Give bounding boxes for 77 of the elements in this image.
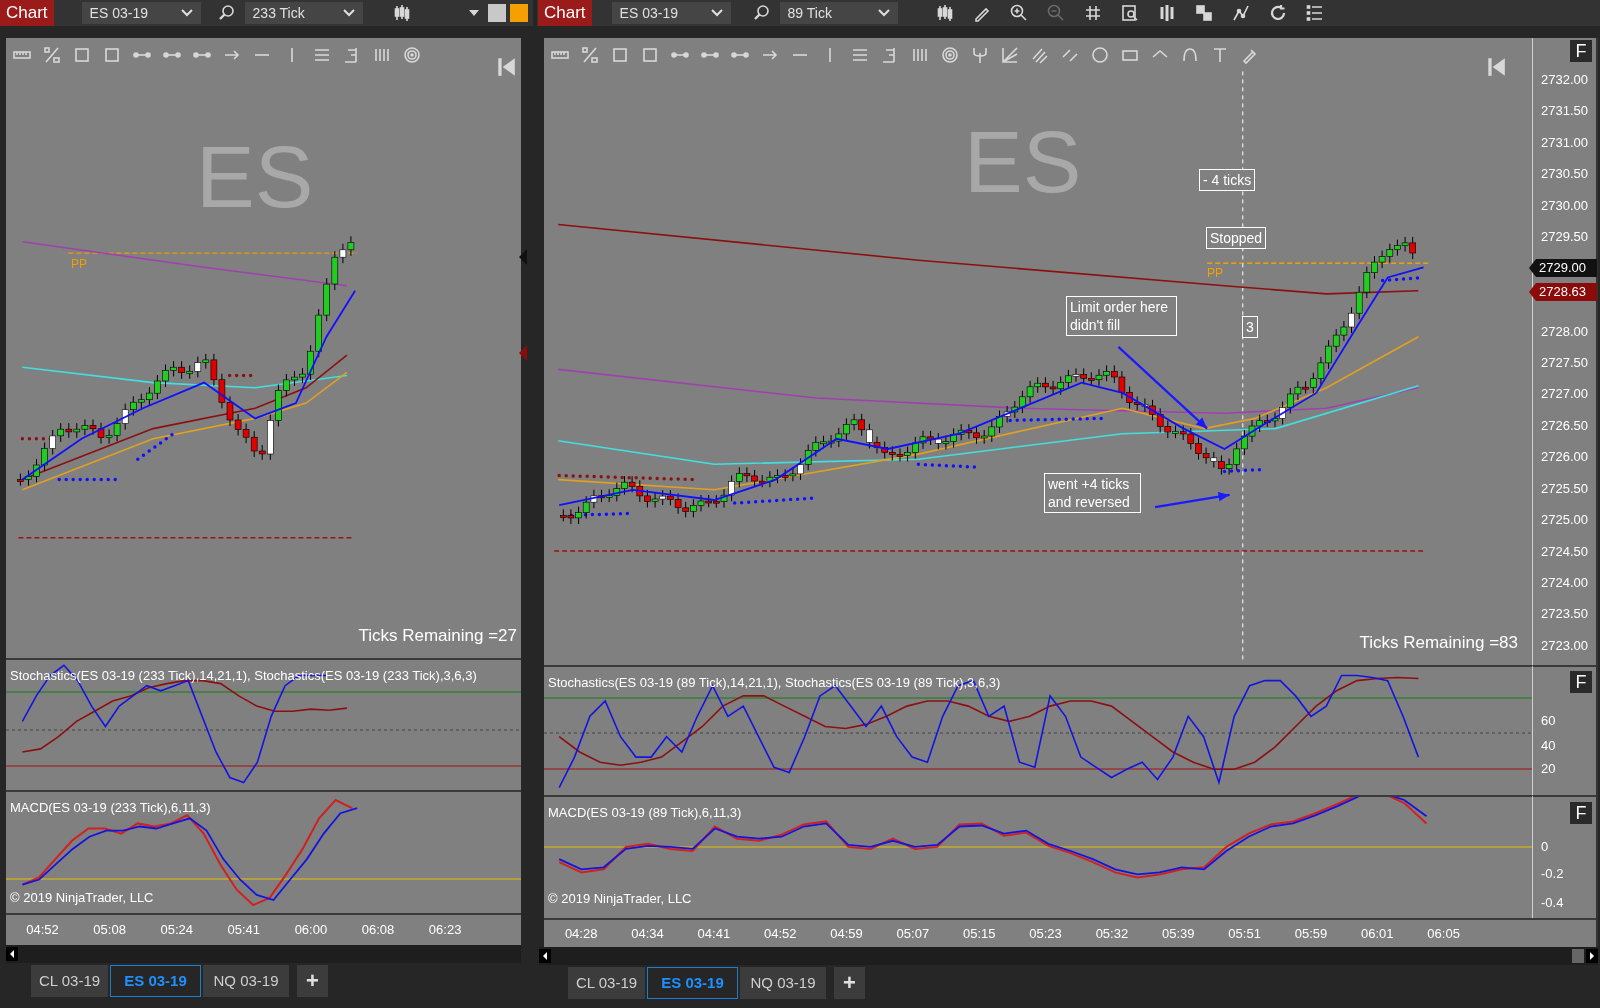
instrument-tab[interactable]: CL 03-19 <box>568 967 645 999</box>
time-label: 06:08 <box>360 921 396 940</box>
panel-button[interactable]: F <box>1570 802 1592 824</box>
chart-annotation: - 4 ticks <box>1199 169 1256 191</box>
axis-label: 20 <box>1541 761 1556 777</box>
time-label: 06:00 <box>293 921 329 940</box>
chart-annotation: went +4 ticks and reversed <box>1044 473 1141 513</box>
time-label: 04:34 <box>630 924 665 943</box>
instrument-dropdown[interactable]: ES 03-19 <box>611 2 731 24</box>
time-label: 04:52 <box>25 921 60 940</box>
axis-label: 2723.00 <box>1541 637 1588 654</box>
add-tab-button[interactable]: + <box>297 965 328 997</box>
axis-label: 2725.50 <box>1541 480 1588 497</box>
pivot-label: PP <box>71 256 87 273</box>
chart-annotation: Stopped <box>1206 227 1267 249</box>
axis-label: 0 <box>1541 839 1549 855</box>
axis-label: 2727.50 <box>1541 354 1588 371</box>
axis-label: 2725.00 <box>1541 512 1588 529</box>
time-label: 04:52 <box>762 924 798 943</box>
add-tab-button[interactable]: + <box>834 967 865 999</box>
pivot-label: PP <box>1207 265 1223 282</box>
chart-annotation: 3 <box>1242 316 1258 338</box>
interval-dropdown[interactable]: 233 Tick <box>244 2 363 24</box>
axis-label: 2731.00 <box>1541 134 1588 151</box>
indicator-label: MACD(ES 03-19 (89 Tick),6,11,3) <box>548 804 742 822</box>
time-label: 05:23 <box>1028 924 1063 943</box>
indicator-label: MACD(ES 03-19 (233 Tick),6,11,3) <box>10 799 211 817</box>
axis-label: 2728.00 <box>1541 323 1588 340</box>
time-label: 04:59 <box>829 924 864 943</box>
copyright-text: © 2019 NinjaTrader, LLC <box>548 889 692 908</box>
copyright-text: © 2019 NinjaTrader, LLC <box>10 888 154 907</box>
chart-button[interactable]: Chart <box>538 0 592 26</box>
axis-label: 2730.50 <box>1541 166 1588 183</box>
ticks-remaining-text: Ticks Remaining =83 <box>1359 631 1518 654</box>
time-label: 05:59 <box>1293 924 1329 943</box>
axis-label: 2724.50 <box>1541 543 1588 560</box>
chart-button[interactable]: Chart <box>0 0 54 26</box>
axis-label: 40 <box>1541 738 1556 754</box>
axis-label: 2724.00 <box>1541 575 1588 592</box>
time-label: 05:24 <box>159 921 194 940</box>
chart-annotation: Limit order here didn't fill <box>1066 296 1177 336</box>
time-label: 06:23 <box>427 921 463 940</box>
time-label: 05:51 <box>1227 924 1262 943</box>
axis-label: 2726.00 <box>1541 449 1588 466</box>
instrument-tab[interactable]: ES 03-19 <box>110 965 201 997</box>
axis-label: 2730.00 <box>1541 197 1588 214</box>
last-price-badge: 2729.00 <box>1529 259 1597 277</box>
indicator-label: Stochastics(ES 03-19 (89 Tick),14,21,1), Stochastics(ES 03-19 (89 Tick),3,6,3) <box>548 674 1001 692</box>
time-label: 04:41 <box>696 924 732 943</box>
panel-button[interactable]: F <box>1570 40 1592 62</box>
axis-label: 60 <box>1541 713 1556 729</box>
axis-label: 2723.50 <box>1541 606 1588 623</box>
time-label: 05:41 <box>226 921 262 940</box>
axis-label: 2729.50 <box>1541 229 1588 246</box>
axis-label: 2731.50 <box>1541 103 1588 120</box>
time-label: 05:08 <box>92 921 127 940</box>
interval-dropdown[interactable]: 89 Tick <box>779 2 898 24</box>
instrument-tab[interactable]: CL 03-19 <box>31 965 108 997</box>
instrument-tab[interactable]: NQ 03-19 <box>740 967 826 999</box>
instrument-tab[interactable]: ES 03-19 <box>647 967 738 999</box>
instrument-dropdown[interactable]: ES 03-19 <box>81 2 201 24</box>
time-label: 04:28 <box>563 924 599 943</box>
axis-label: 2726.50 <box>1541 417 1588 434</box>
axis-label: -0.2 <box>1541 866 1564 882</box>
time-label: 05:32 <box>1094 924 1130 943</box>
instrument-tab[interactable]: NQ 03-19 <box>203 965 289 997</box>
axis-label: 2727.00 <box>1541 386 1588 403</box>
axis-label: -0.4 <box>1541 895 1564 911</box>
time-label: 05:07 <box>895 924 931 943</box>
time-label: 05:15 <box>961 924 997 943</box>
current-price-badge: 2728.63 <box>1529 283 1597 301</box>
time-label: 05:39 <box>1161 924 1196 943</box>
ticks-remaining-text: Ticks Remaining =27 <box>358 624 517 647</box>
panel-button[interactable]: F <box>1570 671 1592 693</box>
axis-label: 2732.00 <box>1541 72 1588 88</box>
time-label: 06:05 <box>1426 924 1461 943</box>
time-label: 06:01 <box>1360 924 1395 943</box>
